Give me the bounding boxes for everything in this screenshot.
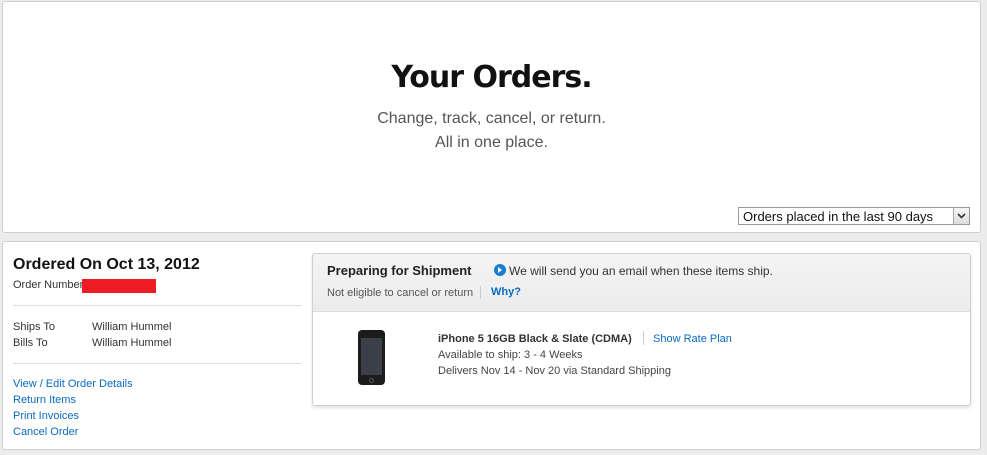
bills-to-label: Bills To <box>13 337 48 349</box>
iphone-image <box>358 330 385 385</box>
order-card: Ordered On Oct 13, 2012 Order Number Shi… <box>2 241 981 450</box>
ships-to-label: Ships To <box>13 321 55 333</box>
ships-to-value: William Hummel <box>92 321 172 333</box>
item-availability: Available to ship: 3 - 4 Weeks <box>438 349 583 361</box>
shipment-message: We will send you an email when these ite… <box>509 264 773 278</box>
separator <box>643 331 644 345</box>
order-period-value: Orders placed in the last 90 days <box>743 209 934 224</box>
return-items-link[interactable]: Return Items <box>13 394 76 406</box>
item-name: iPhone 5 16GB Black & Slate (CDMA) <box>438 333 632 345</box>
play-circle-icon <box>494 264 506 276</box>
chevron-down-icon[interactable] <box>953 208 969 224</box>
bills-to-value: William Hummel <box>92 337 172 349</box>
view-edit-order-link[interactable]: View / Edit Order Details <box>13 378 133 390</box>
why-link[interactable]: Why? <box>491 286 521 298</box>
cancel-return-note: Not eligible to cancel or return <box>327 287 474 299</box>
order-date: Ordered On Oct 13, 2012 <box>13 256 200 273</box>
order-number-label: Order Number <box>13 279 84 291</box>
cancel-order-link[interactable]: Cancel Order <box>13 426 78 438</box>
show-rate-plan-link[interactable]: Show Rate Plan <box>653 333 732 345</box>
divider <box>13 363 301 364</box>
shipment-status: Preparing for Shipment <box>327 263 472 278</box>
order-number-redacted <box>82 279 156 293</box>
separator <box>480 286 481 299</box>
order-period-select[interactable]: Orders placed in the last 90 days <box>738 207 970 225</box>
item-delivery: Delivers Nov 14 - Nov 20 via Standard Sh… <box>438 365 671 377</box>
page-subtitle: Change, track, cancel, or return. All in… <box>3 107 980 155</box>
shipment-panel: Preparing for Shipment We will send you … <box>312 253 971 406</box>
shipment-header: Preparing for Shipment We will send you … <box>313 254 970 312</box>
page-title: Your Orders. <box>391 60 592 95</box>
orders-hero: Your Orders. Change, track, cancel, or r… <box>2 1 981 233</box>
divider <box>13 305 301 306</box>
subtitle-line-2: All in one place. <box>435 134 548 151</box>
print-invoices-link[interactable]: Print Invoices <box>13 410 79 422</box>
subtitle-line-1: Change, track, cancel, or return. <box>377 110 606 127</box>
